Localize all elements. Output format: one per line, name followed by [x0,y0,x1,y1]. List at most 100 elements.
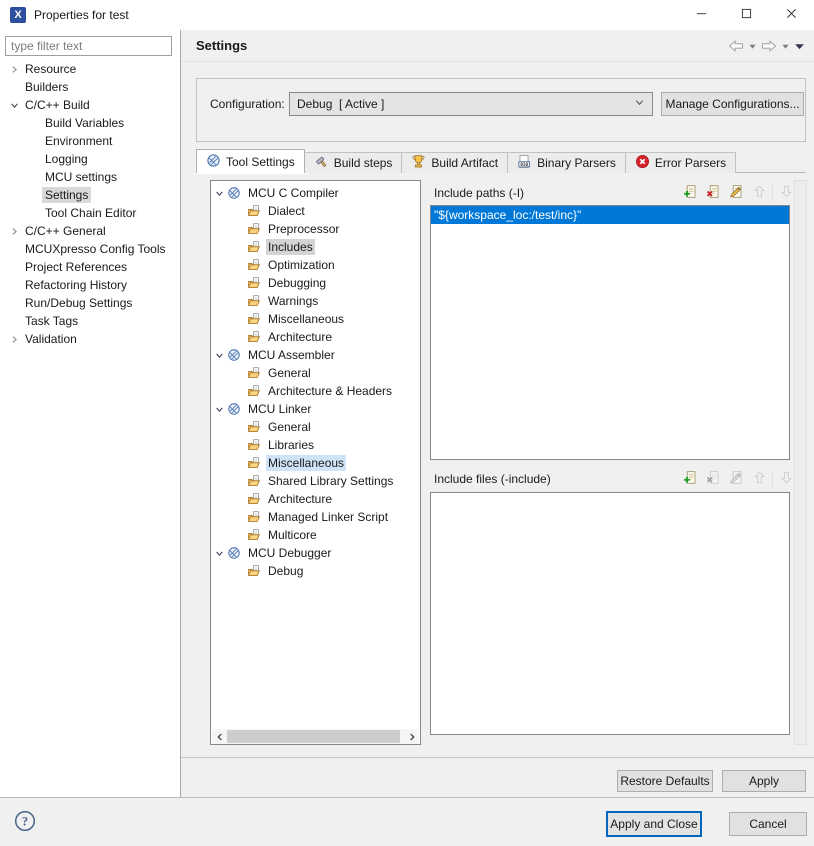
folder-icon [246,257,262,273]
tool-tree-item-debug[interactable]: Debug [212,562,419,580]
back-menu-caret-icon[interactable] [748,37,757,55]
tool-tree-item-warnings[interactable]: Warnings [212,292,419,310]
include-paths-header: Include paths (-I) [430,180,806,205]
tool-tree-item-architecture[interactable]: Architecture [212,328,419,346]
tool-tree-item-managed-linker-script[interactable]: Managed Linker Script [212,508,419,526]
sidebar-item-settings[interactable]: Settings [0,186,179,204]
tab-build-steps[interactable]: Build steps [303,152,403,173]
apply-button[interactable]: Apply [722,770,806,792]
delete-button[interactable] [704,184,723,202]
sidebar-item-tool-chain-editor[interactable]: Tool Chain Editor [0,204,179,222]
tab-error-parsers[interactable]: Error Parsers [624,152,737,173]
tool-tree-item-preprocessor[interactable]: Preprocessor [212,220,419,238]
help-button[interactable]: ? [13,810,37,834]
tool-tree-item-dialect[interactable]: Dialect [212,202,419,220]
edit-button[interactable] [727,184,746,202]
sidebar-item-task-tags[interactable]: Task Tags [0,312,179,330]
tool-tree-item-general[interactable]: General [212,418,419,436]
tool-icon [226,545,242,561]
sidebar-item-c-c-build[interactable]: C/C++ Build [0,96,179,114]
tool-tree-item-label: Multicore [268,528,317,542]
tool-tree-item-mcu-assembler[interactable]: MCU Assembler [212,346,419,364]
restore-defaults-button[interactable]: Restore Defaults [617,770,713,792]
sidebar-item-mcu-settings[interactable]: MCU settings [0,168,179,186]
sidebar-item-mcuxpresso-config-tools[interactable]: MCUXpresso Config Tools [0,240,179,258]
chevron-right-icon[interactable] [6,61,22,77]
tool-tree-item-label: Shared Library Settings [268,474,394,488]
delete-icon [706,470,721,488]
sidebar-item-resource[interactable]: Resource [0,60,179,78]
add-button[interactable] [681,184,700,202]
chevron-down-icon[interactable] [6,97,22,113]
chevron-down-icon[interactable] [212,545,226,561]
forward-menu-caret-icon[interactable] [781,37,790,55]
tool-tree-item-architecture[interactable]: Architecture [212,490,419,508]
include-paths-list[interactable]: "${workspace_loc:/test/inc}" [430,205,790,460]
sidebar-item-environment[interactable]: Environment [0,132,179,150]
tab-build-artifact[interactable]: Build Artifact [401,152,509,173]
trophy-icon [411,154,426,172]
tool-icon [226,401,242,417]
include-files-list[interactable] [430,492,790,735]
apply-and-close-button[interactable]: Apply and Close [606,811,702,837]
sidebar-item-build-variables[interactable]: Build Variables [0,114,179,132]
sidebar-item-project-references[interactable]: Project References [0,258,179,276]
folder-icon [246,275,262,291]
tool-tree-item-includes[interactable]: Includes [212,238,419,256]
tool-tree-item-mcu-c-compiler[interactable]: MCU C Compiler [212,184,419,202]
tool-tree-item-label: Preprocessor [268,222,340,236]
tool-tree-item-libraries[interactable]: Libraries [212,436,419,454]
tab-binary-parsers[interactable]: 010 Binary Parsers [507,152,626,173]
help-icon: ? [14,810,36,835]
tool-tree-item-miscellaneous[interactable]: Miscellaneous [212,310,419,328]
sidebar-item-c-c-general[interactable]: C/C++ General [0,222,179,240]
sidebar-item-builders[interactable]: Builders [0,78,179,96]
scroll-left-icon[interactable] [212,729,227,744]
tool-tree-item-mcu-debugger[interactable]: MCU Debugger [212,544,419,562]
horizontal-scrollbar[interactable] [212,729,419,744]
close-icon [786,8,797,22]
tool-tree-item-mcu-linker[interactable]: MCU Linker [212,400,419,418]
tool-tree-item-general[interactable]: General [212,364,419,382]
sidebar-item-validation[interactable]: Validation [0,330,179,348]
sidebar-item-refactoring-history[interactable]: Refactoring History [0,276,179,294]
add-button[interactable] [681,470,700,488]
page-header: Settings [181,30,814,62]
chevron-right-icon[interactable] [6,331,22,347]
tool-tree-item-label: Miscellaneous [268,312,345,326]
chevron-down-icon[interactable] [212,401,226,417]
add-icon [683,184,698,202]
close-button[interactable] [769,0,814,30]
sidebar-item-label: Logging [45,152,88,166]
manage-configurations-button[interactable]: Manage Configurations... [661,92,804,116]
folder-icon [246,437,262,453]
scroll-right-icon[interactable] [404,729,419,744]
chevron-down-icon[interactable] [212,347,226,363]
configuration-select[interactable]: Debug [ Active ] [289,92,653,116]
maximize-button[interactable] [724,0,769,30]
tool-tree-item-debugging[interactable]: Debugging [212,274,419,292]
vertical-scrollbar-track[interactable] [794,180,807,745]
edit-icon [729,184,744,202]
sidebar-item-logging[interactable]: Logging [0,150,179,168]
view-menu-button[interactable] [793,37,806,55]
forward-button[interactable] [760,37,778,55]
chevron-down-icon[interactable] [212,185,226,201]
sidebar-item-run-debug-settings[interactable]: Run/Debug Settings [0,294,179,312]
tool-tree-item-optimization[interactable]: Optimization [212,256,419,274]
tool-tree-item-architecture-headers[interactable]: Architecture & Headers [212,382,419,400]
filter-input[interactable] [5,36,172,56]
preferences-tree: Resource Builders C/C++ Build Build Variabl… [0,60,179,348]
minimize-button[interactable] [679,0,724,30]
tab-tool-settings[interactable]: Tool Settings [196,149,305,173]
cancel-button[interactable]: Cancel [729,812,807,836]
chevron-right-icon[interactable] [6,223,22,239]
tool-tree-item-shared-library-settings[interactable]: Shared Library Settings [212,472,419,490]
include-path-entry[interactable]: "${workspace_loc:/test/inc}" [431,206,789,224]
back-button[interactable] [727,37,745,55]
scrollbar-thumb[interactable] [227,730,400,743]
tool-icon [226,347,242,363]
tool-tree-item-miscellaneous[interactable]: Miscellaneous [212,454,419,472]
tool-tree-item-multicore[interactable]: Multicore [212,526,419,544]
